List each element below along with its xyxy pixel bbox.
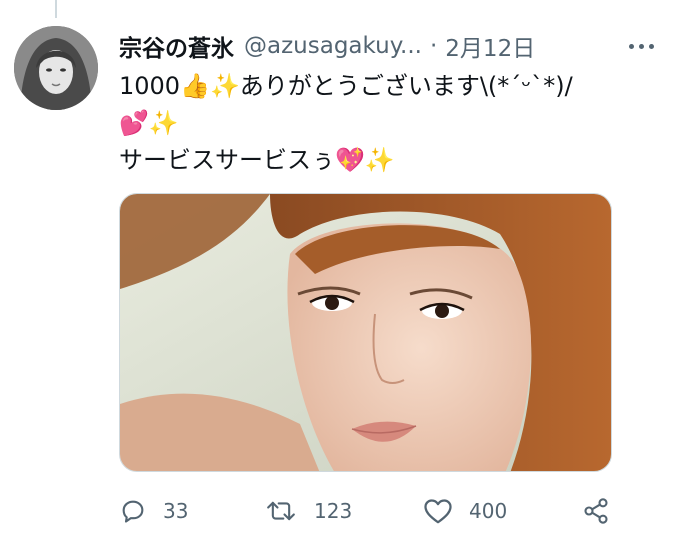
tweet-date[interactable]: 2月12日 [445, 29, 535, 63]
reply-count: 33 [163, 499, 189, 523]
heart-icon[interactable] [423, 497, 453, 525]
retweet-action[interactable]: 123 [264, 492, 352, 530]
tweet-actions: 33 123 400 [119, 492, 619, 530]
reply-action[interactable]: 33 [119, 492, 188, 530]
tweet-text: 1000👍✨ありがとうございます\(*´ᵕ`*)/ 💕✨ サービスサービスぅ💖✨ [119, 68, 659, 179]
tweet-text-line-3: サービスサービスぅ💖✨ [119, 146, 395, 174]
avatar[interactable] [14, 26, 98, 110]
tweet-text-line-1: 1000👍✨ありがとうございます\(*´ᵕ`*)/ [119, 72, 573, 100]
more-horizontal-icon[interactable] [621, 43, 662, 49]
reply-icon[interactable] [119, 497, 147, 525]
like-count: 400 [469, 499, 508, 523]
retweet-icon[interactable] [264, 497, 298, 525]
tweet-text-line-2: 💕✨ [119, 109, 179, 137]
like-action[interactable]: 400 [423, 492, 507, 530]
header-separator: · [429, 33, 438, 59]
share-icon[interactable] [582, 497, 610, 525]
tweet-media-photo[interactable] [119, 193, 612, 472]
thread-connector-line [55, 0, 57, 18]
share-action[interactable] [582, 492, 610, 530]
author-handle[interactable]: @azusagakuy... [244, 33, 422, 59]
tweet-header: 宗谷の蒼氷 @azusagakuy... · 2月12日 [119, 28, 662, 64]
author-name[interactable]: 宗谷の蒼氷 [119, 29, 234, 63]
tweet-card[interactable]: 宗谷の蒼氷 @azusagakuy... · 2月12日 1000👍✨ありがとう… [0, 0, 680, 541]
retweet-count: 123 [314, 499, 353, 523]
